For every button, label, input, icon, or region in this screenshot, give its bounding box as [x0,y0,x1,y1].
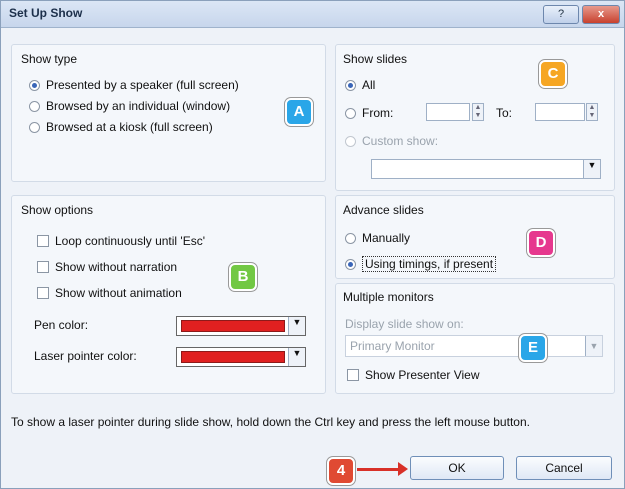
show-type-label: Show type [21,52,78,66]
radio-icon [29,121,40,133]
radio-icon [345,107,356,119]
custom-show-dropdown[interactable]: ▼ [371,159,601,179]
dialog-title: Set Up Show [9,6,83,20]
callout-b-badge: B [229,263,257,291]
checkbox-presenter-view[interactable]: Show Presenter View [347,368,480,382]
callout-a-badge: A [285,98,313,126]
laser-color-label: Laser pointer color: [34,349,137,363]
dropdown-icon: ▼ [288,348,305,366]
checkbox-label: Loop continuously until 'Esc' [55,234,206,248]
checkbox-icon [347,369,359,381]
radio-selected-icon [29,79,40,91]
cancel-button[interactable]: Cancel [516,456,612,480]
dropdown-icon: ▼ [583,160,600,178]
monitor-dropdown[interactable]: Primary Monitor ▼ [345,335,603,357]
advance-slides-label: Advance slides [343,203,424,217]
pen-color-swatch [181,320,285,332]
set-up-show-dialog: Set Up Show ? x Show type Presented by a… [0,0,625,489]
radio-using-timings[interactable]: Using timings, if present [345,256,497,272]
radio-label: Custom show: [362,134,439,148]
radio-selected-icon [345,258,356,270]
laser-color-picker[interactable]: ▼ [176,347,306,367]
to-slide-input[interactable] [535,103,585,121]
radio-label: All [362,78,376,92]
multiple-monitors-label: Multiple monitors [343,290,434,304]
checkbox-without-narration[interactable]: Show without narration [37,260,177,274]
radio-label: Using timings, if present [362,256,497,272]
checkbox-icon [37,287,49,299]
arrowhead-icon [398,462,408,476]
arrow-to-ok-icon [357,468,401,471]
checkbox-without-animation[interactable]: Show without animation [37,286,182,300]
laser-pointer-note: To show a laser pointer during slide sho… [11,415,530,429]
to-label: To: [496,106,513,120]
display-on-label: Display slide show on: [345,317,464,331]
radio-label: Presented by a speaker (full screen) [46,78,239,92]
spin-up-icon: ▲ [474,104,482,111]
checkbox-icon [37,235,49,247]
close-icon: x [597,8,605,20]
help-button[interactable]: ? [543,5,579,24]
checkbox-icon [37,261,49,273]
radio-icon [345,135,356,147]
checkbox-loop-continuously[interactable]: Loop continuously until 'Esc' [37,234,205,248]
pen-color-label: Pen color: [34,318,89,332]
spin-up-icon: ▲ [588,104,596,111]
pen-color-picker[interactable]: ▼ [176,316,306,336]
help-icon: ? [557,8,565,20]
radio-label: Manually [362,231,411,245]
ok-button[interactable]: OK [410,456,504,480]
radio-from[interactable]: From: [345,106,393,120]
checkbox-label: Show without animation [55,286,182,300]
title-bar: Set Up Show ? x [1,1,624,28]
spin-down-icon: ▼ [474,112,482,119]
radio-icon [345,232,356,244]
from-spinner[interactable]: ▲ ▼ [472,103,484,121]
laser-color-swatch [181,351,285,363]
from-slide-input[interactable] [426,103,470,121]
radio-custom-show[interactable]: Custom show: [345,134,438,148]
radio-selected-icon [345,79,356,91]
checkbox-label: Show without narration [55,260,178,274]
show-slides-label: Show slides [343,52,408,66]
radio-icon [29,100,40,112]
radio-label: Browsed at a kiosk (full screen) [46,120,213,134]
to-spinner[interactable]: ▲ ▼ [586,103,598,121]
step-4-badge: 4 [327,457,355,485]
radio-label: Browsed by an individual (window) [46,99,231,113]
close-button[interactable]: x [582,5,620,24]
radio-label: From: [362,106,394,120]
checkbox-label: Show Presenter View [365,368,480,382]
radio-presented-by-speaker[interactable]: Presented by a speaker (full screen) [29,78,239,92]
show-options-label: Show options [21,203,94,217]
callout-d-badge: D [527,229,555,257]
monitor-dropdown-value: Primary Monitor [350,339,435,353]
radio-manually[interactable]: Manually [345,231,410,245]
spin-down-icon: ▼ [588,112,596,119]
dropdown-icon: ▼ [585,336,602,356]
radio-all-slides[interactable]: All [345,78,375,92]
radio-browsed-by-individual[interactable]: Browsed by an individual (window) [29,99,230,113]
radio-browsed-at-kiosk[interactable]: Browsed at a kiosk (full screen) [29,120,213,134]
callout-e-badge: E [519,334,547,362]
dropdown-icon: ▼ [288,317,305,335]
callout-c-badge: C [539,60,567,88]
